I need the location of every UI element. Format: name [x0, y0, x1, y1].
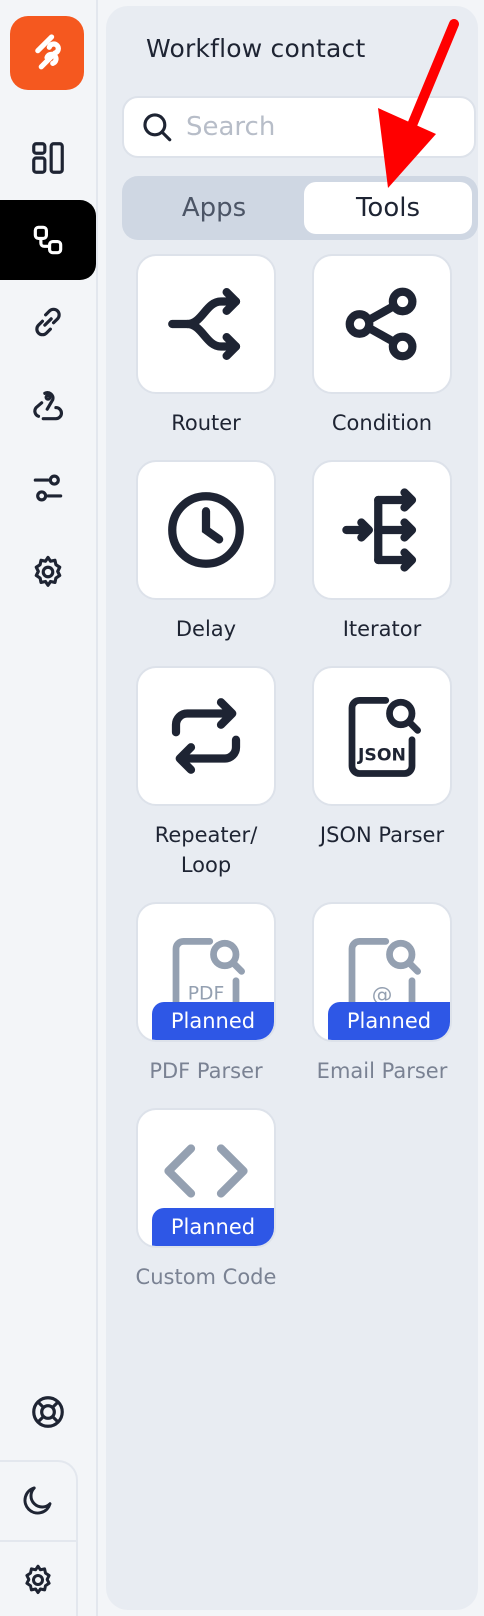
planned-badge: Planned	[328, 1002, 450, 1040]
tool-code-card[interactable]: Planned	[136, 1108, 276, 1248]
rail-dashboard-button[interactable]	[0, 118, 96, 198]
link-icon	[35, 307, 61, 337]
tool-label: Email Parser	[316, 1059, 448, 1083]
left-rail	[0, 0, 98, 1616]
tool-iterator-card[interactable]	[312, 460, 452, 600]
tool-json-card[interactable]: JSON	[312, 666, 452, 806]
tool-json-parser[interactable]: JSON JSON Parser	[312, 666, 452, 847]
tool-label: Iterator	[342, 617, 422, 641]
tool-label: PDF Parser	[149, 1059, 263, 1083]
rail-workflow-button[interactable]	[0, 200, 96, 280]
code-icon	[164, 1144, 248, 1198]
tool-label: Condition	[331, 411, 433, 435]
svg-text:JSON: JSON	[357, 745, 406, 765]
frontier-logo-icon[interactable]	[10, 16, 84, 90]
rail-webhooks-button[interactable]	[0, 366, 96, 446]
tool-router-card[interactable]	[136, 254, 276, 394]
tool-email-card[interactable]: @ Planned	[312, 902, 452, 1042]
planned-badge: Planned	[152, 1208, 274, 1246]
tool-delay[interactable]: Delay	[136, 460, 276, 641]
bottom-settings-button[interactable]	[0, 1542, 76, 1616]
tool-router[interactable]: Router	[136, 254, 276, 435]
webhook-icon	[33, 391, 63, 421]
moon-icon	[23, 1486, 52, 1515]
tool-repeater-loop[interactable]: Repeater/ Loop	[136, 666, 276, 877]
gear-icon	[25, 1564, 51, 1595]
condition-icon	[345, 287, 417, 361]
red-arrow-icon	[378, 19, 459, 188]
json-file-icon: JSON	[348, 697, 421, 777]
app-root: Workflow contact Apps Tools Router	[0, 0, 484, 1616]
gear-icon	[34, 555, 62, 587]
planned-badge: Planned	[152, 1002, 274, 1040]
tool-label: JSON Parser	[319, 823, 445, 847]
dashboard-icon	[32, 142, 64, 174]
rail-connections-button[interactable]	[0, 282, 96, 362]
tool-custom-code[interactable]: Planned Custom Code	[136, 1108, 276, 1289]
sliders-icon	[33, 474, 63, 502]
rail-settings-sliders-button[interactable]	[0, 448, 96, 528]
rail-gear-button[interactable]	[0, 532, 96, 612]
lifebuoy-icon	[32, 1396, 64, 1428]
tool-pdf-card[interactable]: PDF Planned	[136, 902, 276, 1042]
tool-label: Repeater/ Loop	[154, 823, 258, 877]
rail-help-button[interactable]	[0, 1374, 96, 1450]
theme-toggle-button[interactable]	[0, 1462, 76, 1538]
rail-bottom-group	[0, 1460, 78, 1616]
panel-title: Workflow contact	[146, 34, 366, 63]
tool-label: Router	[171, 411, 241, 435]
tool-delay-card[interactable]	[136, 460, 276, 600]
iterator-icon	[342, 488, 417, 572]
tool-label: Custom Code	[135, 1265, 277, 1289]
router-icon	[168, 288, 241, 360]
tool-condition[interactable]: Condition	[312, 254, 452, 435]
tool-condition-card[interactable]	[312, 254, 452, 394]
search-icon	[143, 113, 172, 142]
tool-label: Delay	[175, 617, 237, 641]
clock-icon	[168, 492, 244, 568]
tools-panel: Workflow contact Apps Tools Router	[106, 6, 478, 1610]
repeat-icon	[171, 698, 241, 774]
workflow-icon	[33, 225, 63, 255]
tool-pdf-parser[interactable]: PDF Planned PDF Parser	[136, 902, 276, 1083]
tool-iterator[interactable]: Iterator	[312, 460, 452, 641]
tool-repeater-card[interactable]	[136, 666, 276, 806]
tool-email-parser[interactable]: @ Planned Email Parser	[312, 902, 452, 1083]
tab-apps[interactable]: Apps	[130, 182, 298, 234]
